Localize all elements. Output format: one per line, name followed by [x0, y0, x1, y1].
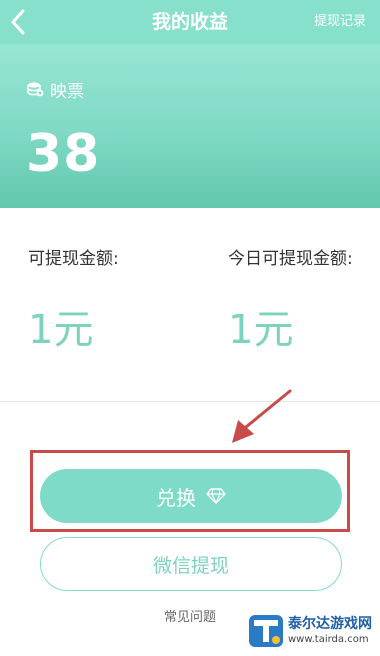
- today-withdrawable-amount: 今日可提现金额: 1元: [228, 244, 353, 355]
- today-withdrawable-label: 今日可提现金额:: [228, 249, 353, 269]
- exchange-button[interactable]: 兑换: [40, 469, 342, 523]
- site-logo-icon: [249, 615, 283, 647]
- balance-card: 映票 38: [0, 44, 380, 208]
- withdrawable-amount: 可提现金额: 1元: [28, 244, 119, 355]
- balance-label: 映票: [50, 81, 84, 102]
- today-withdrawable-value: 1元: [228, 307, 294, 353]
- withdraw-records-link[interactable]: 提现记录: [314, 0, 366, 44]
- balance-label-row: 映票: [26, 78, 84, 102]
- watermark-url: www.tairda.com: [288, 634, 369, 645]
- chevron-left-icon: [11, 9, 25, 35]
- header-bar: 我的收益 提现记录: [0, 0, 380, 44]
- earnings-screen: 我的收益 提现记录 映票 38 可提现金额: 1元 今日可提现金额: 1元 兑换: [0, 0, 380, 656]
- exchange-button-label: 兑换: [156, 485, 196, 510]
- site-watermark: 泰尔达游戏网 www.tairda.com: [248, 610, 376, 652]
- diamond-icon: [206, 488, 226, 504]
- balance-value: 38: [26, 124, 101, 184]
- back-button[interactable]: [4, 6, 32, 38]
- withdrawable-label: 可提现金额:: [28, 249, 119, 269]
- withdrawable-value: 1元: [28, 307, 94, 353]
- wechat-withdraw-button[interactable]: 微信提现: [40, 537, 342, 591]
- coin-stack-icon: [27, 82, 44, 97]
- section-divider: [0, 401, 380, 402]
- watermark-name: 泰尔达游戏网: [288, 616, 372, 632]
